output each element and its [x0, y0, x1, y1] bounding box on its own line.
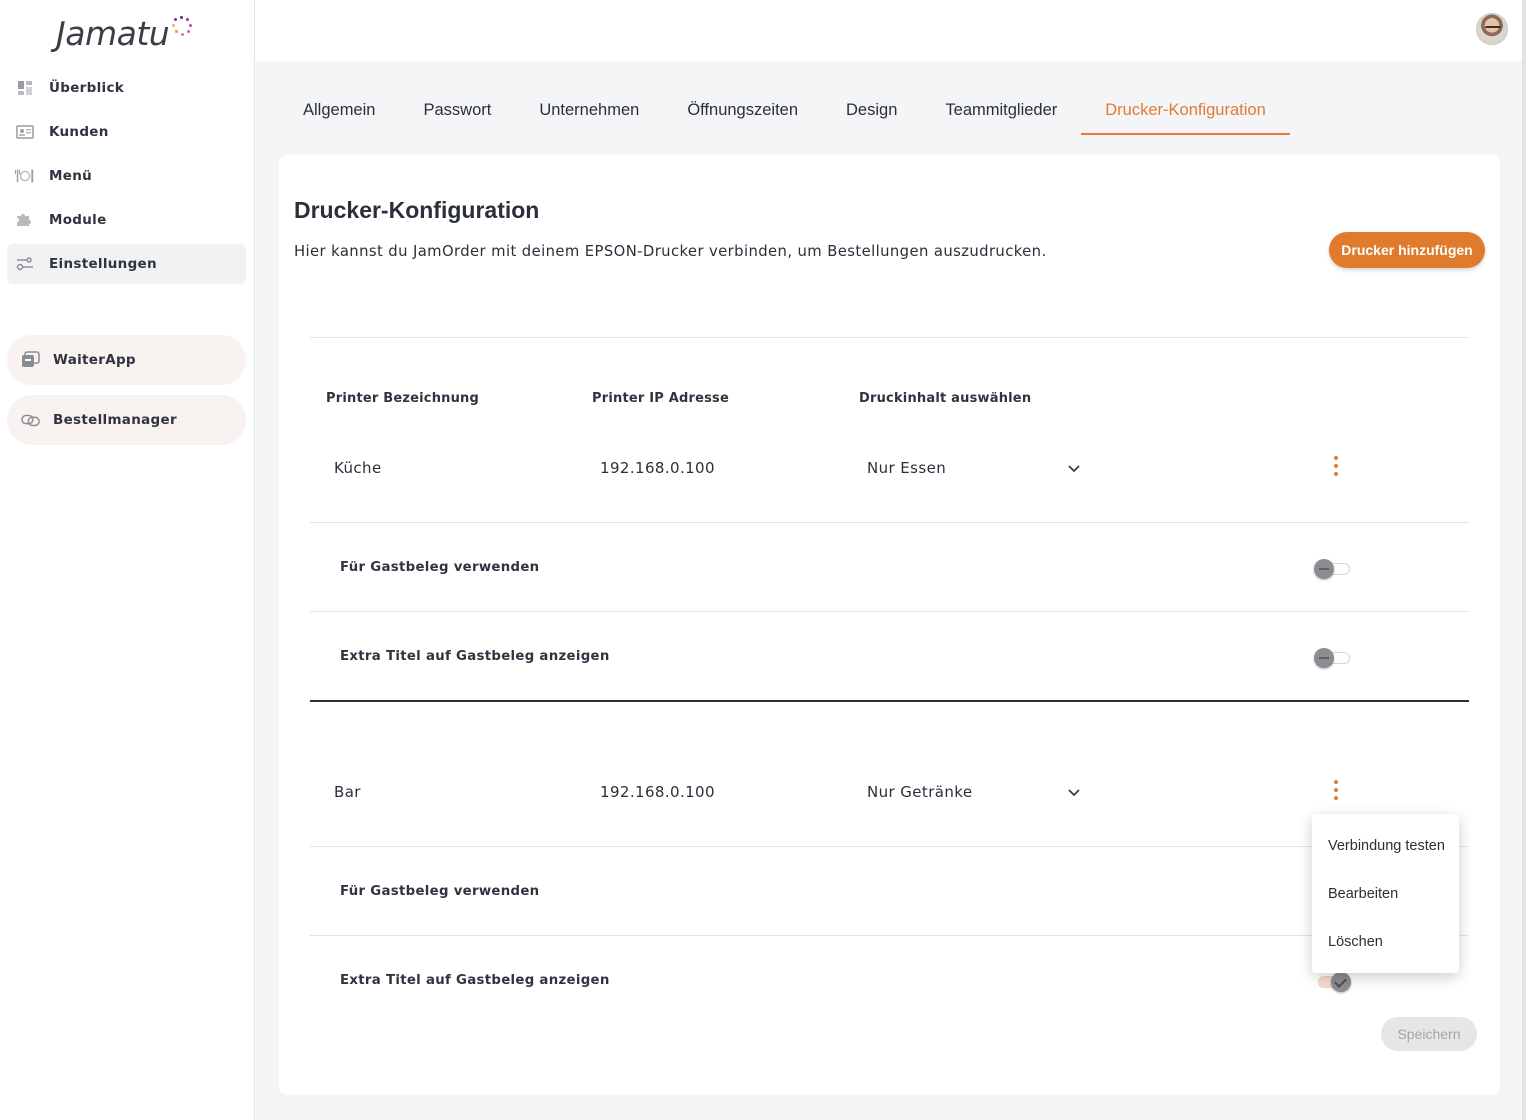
tab-drucker-konfiguration[interactable]: Drucker-Konfiguration [1081, 90, 1290, 135]
settings-sliders-icon [15, 254, 35, 274]
tab-design[interactable]: Design [822, 90, 921, 135]
sidebar-item-modules[interactable]: Module [7, 200, 246, 240]
column-header-content: Druckinhalt auswählen [859, 391, 1032, 406]
save-button[interactable]: Speichern [1381, 1017, 1477, 1051]
printer-separator [310, 700, 1469, 702]
top-bar [255, 0, 1526, 61]
page-description: Hier kannst du JamOrder mit deinem EPSON… [294, 243, 1047, 260]
menu-item-test-connection[interactable]: Verbindung testen [1312, 822, 1459, 870]
print-content-value: Nur Essen [867, 459, 947, 477]
sidebar-nav: Überblick Kunden Menü Module Einstellung… [7, 68, 246, 288]
printer-name: Küche [334, 459, 382, 477]
print-content-select[interactable]: Nur Essen [867, 457, 1087, 481]
kebab-dot [1334, 472, 1338, 476]
app-link-label: Bestellmanager [53, 412, 177, 428]
sidebar-item-menu[interactable]: Menü [7, 156, 246, 196]
chevron-down-icon [1067, 461, 1081, 479]
sidebar-item-label: Menü [49, 168, 93, 184]
jamatu-logo[interactable]: Jamatu [56, 14, 193, 58]
printer-ip: 192.168.0.100 [600, 459, 715, 477]
sidebar-item-label: Module [49, 212, 107, 228]
printer-context-menu: Verbindung testen Bearbeiten Löschen [1312, 814, 1459, 973]
option-label: Extra Titel auf Gastbeleg anzeigen [340, 649, 610, 664]
menu-cutlery-icon [15, 166, 35, 186]
kebab-dot [1334, 780, 1338, 784]
tab-oeffnungszeiten[interactable]: Öffnungszeiten [663, 90, 822, 135]
app-link-waiterapp[interactable]: WaiterApp [7, 335, 246, 385]
column-header-ip: Printer IP Adresse [592, 391, 729, 406]
kebab-dot [1334, 464, 1338, 468]
printer-ip: 192.168.0.100 [600, 783, 715, 801]
order-manager-icon [21, 410, 41, 430]
sidebar-item-overview[interactable]: Überblick [7, 68, 246, 108]
extra-title-toggle[interactable] [1314, 647, 1352, 669]
chevron-down-icon [1067, 785, 1081, 803]
toggle-knob [1314, 559, 1334, 579]
app-link-label: WaiterApp [53, 352, 136, 368]
printer-options-button[interactable] [1326, 454, 1346, 478]
logo-text: Jamatu [56, 14, 170, 53]
guest-receipt-toggle[interactable] [1314, 558, 1352, 580]
kebab-dot [1334, 796, 1338, 800]
add-printer-button[interactable]: Drucker hinzufügen [1329, 232, 1485, 268]
customers-icon [15, 122, 35, 142]
extra-title-toggle[interactable] [1314, 971, 1352, 993]
kebab-dot [1334, 788, 1338, 792]
print-content-select[interactable]: Nur Getränke [867, 781, 1087, 805]
toggle-knob [1331, 972, 1351, 992]
tab-teammitglieder[interactable]: Teammitglieder [921, 90, 1081, 135]
printer-options-button[interactable] [1326, 778, 1346, 802]
page-title: Drucker-Konfiguration [294, 197, 540, 223]
printer-name: Bar [334, 783, 361, 801]
app-link-bestellmanager[interactable]: Bestellmanager [7, 395, 246, 445]
sidebar-item-customers[interactable]: Kunden [7, 112, 246, 152]
menu-item-edit[interactable]: Bearbeiten [1312, 870, 1459, 918]
sidebar: Jamatu Überblick Kunden Menü Module Eins… [0, 0, 255, 1120]
tab-unternehmen[interactable]: Unternehmen [515, 90, 663, 135]
column-header-name: Printer Bezeichnung [326, 391, 480, 406]
settings-tabs: Allgemein Passwort Unternehmen Öffnungsz… [279, 90, 1290, 135]
page-scrollbar[interactable] [1522, 0, 1526, 1120]
tab-allgemein[interactable]: Allgemein [279, 90, 399, 135]
user-avatar[interactable] [1476, 13, 1508, 45]
sidebar-item-label: Überblick [49, 80, 125, 96]
puzzle-icon [15, 210, 35, 230]
divider [310, 522, 1469, 523]
sidebar-item-label: Einstellungen [49, 256, 157, 272]
divider [310, 611, 1469, 612]
divider [310, 935, 1469, 936]
logo-dots-icon [171, 16, 193, 38]
print-content-value: Nur Getränke [867, 783, 973, 801]
menu-item-delete[interactable]: Löschen [1312, 918, 1459, 966]
dashboard-icon [15, 78, 35, 98]
waiter-app-icon [21, 350, 41, 370]
option-label: Für Gastbeleg verwenden [340, 560, 540, 575]
sidebar-item-label: Kunden [49, 124, 109, 140]
sidebar-item-settings[interactable]: Einstellungen [7, 244, 246, 284]
tab-passwort[interactable]: Passwort [399, 90, 515, 135]
divider [310, 337, 1469, 338]
option-label: Extra Titel auf Gastbeleg anzeigen [340, 973, 610, 988]
option-label: Für Gastbeleg verwenden [340, 884, 540, 899]
kebab-dot [1334, 456, 1338, 460]
divider [310, 846, 1469, 847]
toggle-knob [1314, 648, 1334, 668]
